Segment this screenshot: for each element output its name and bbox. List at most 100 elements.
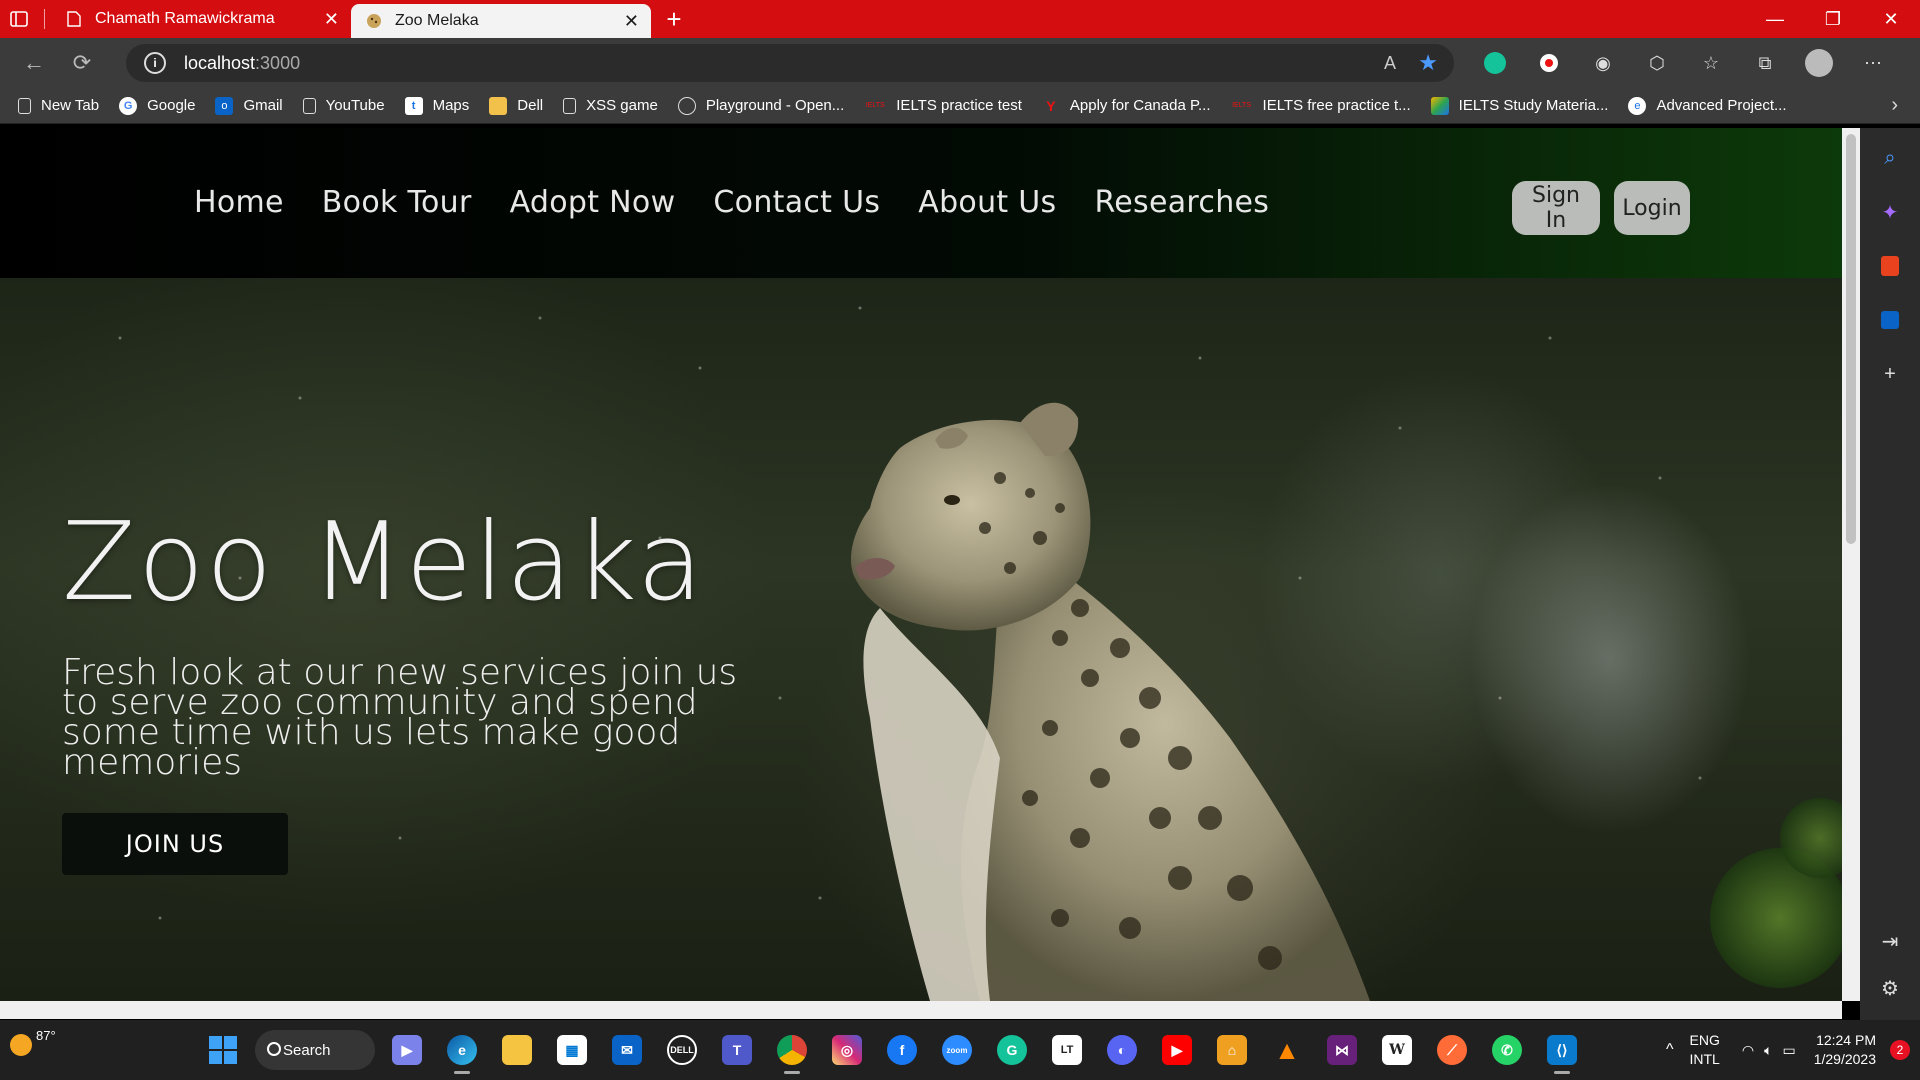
clock[interactable]: 12:24 PM 1/29/2023: [1814, 1031, 1876, 1069]
bookmark-advanced-project[interactable]: e Advanced Project...: [1628, 96, 1787, 115]
tab-chamath[interactable]: Chamath Ramawickrama ✕: [51, 0, 351, 38]
canada-icon: Y: [1046, 97, 1056, 114]
notification-badge[interactable]: 2: [1890, 1040, 1910, 1060]
read-aloud-icon[interactable]: A: [1384, 53, 1396, 74]
start-windows-icon[interactable]: [200, 1026, 246, 1074]
menu-book-tour[interactable]: Book Tour: [322, 185, 472, 220]
bookmark-ielts-practice[interactable]: IELTS IELTS practice test: [864, 97, 1022, 115]
menu-adopt-now[interactable]: Adopt Now: [510, 185, 676, 220]
bookmark-label: IELTS Study Materia...: [1458, 97, 1609, 114]
file-explorer-icon[interactable]: [494, 1026, 540, 1074]
menu-home[interactable]: Home: [194, 185, 284, 220]
minimize-icon[interactable]: —: [1746, 0, 1804, 38]
profile-avatar-icon[interactable]: [1792, 44, 1846, 82]
dell-icon[interactable]: DELL: [659, 1026, 705, 1074]
instagram-icon[interactable]: ◎: [824, 1026, 870, 1074]
languagetool-icon[interactable]: LT: [1044, 1026, 1090, 1074]
visual-studio-icon[interactable]: ⋈: [1319, 1026, 1365, 1074]
postman-icon[interactable]: ⟋: [1429, 1026, 1475, 1074]
new-tab-button[interactable]: +: [657, 2, 691, 36]
add-icon[interactable]: +: [1870, 354, 1910, 394]
favorite-star-icon[interactable]: ★: [1418, 50, 1438, 76]
teams-chat-icon[interactable]: ▶: [384, 1026, 430, 1074]
settings-gear-icon[interactable]: ⚙: [1870, 968, 1910, 1008]
edge-browser-icon[interactable]: e: [439, 1026, 485, 1074]
grammarly-icon[interactable]: [1468, 44, 1522, 82]
join-us-button[interactable]: JOIN US: [62, 813, 288, 875]
split-screen-icon[interactable]: ⇥: [1870, 921, 1910, 961]
close-icon[interactable]: ✕: [324, 9, 339, 30]
google-icon: G: [119, 96, 138, 115]
copilot-icon[interactable]: ✦: [1870, 192, 1910, 232]
bookmark-ielts-free[interactable]: IELTS IELTS free practice t...: [1231, 97, 1411, 115]
tracking-icon[interactable]: ◉: [1576, 44, 1630, 82]
zoom-icon[interactable]: zoom: [934, 1026, 980, 1074]
weather-temp: 87°: [36, 1028, 56, 1043]
bookmark-label: New Tab: [41, 97, 100, 114]
vertical-scrollbar[interactable]: [1842, 128, 1860, 1001]
bookmark-label: Google: [147, 97, 196, 114]
restore-icon[interactable]: ❐: [1804, 0, 1862, 38]
language-indicator[interactable]: ENG INTL: [1690, 1031, 1720, 1069]
address-bar[interactable]: i localhost:3000 A ★: [126, 44, 1454, 82]
bookmark-playground[interactable]: Playground - Open...: [677, 96, 844, 115]
bookmark-ielts-study[interactable]: IELTS Study Materia...: [1430, 96, 1609, 115]
wifi-icon[interactable]: ◠: [1742, 1042, 1754, 1059]
tab-zoo-melaka[interactable]: Zoo Melaka ✕: [351, 4, 651, 38]
collections-icon[interactable]: ⧉: [1738, 44, 1792, 82]
lang-layout: INTL: [1689, 1051, 1720, 1067]
record-icon[interactable]: [1522, 44, 1576, 82]
taskbar-apps: Search ▶ e ▦ ✉ DELL T ◎ f zoom G LT ◐ ▶ …: [200, 1026, 1594, 1074]
close-icon[interactable]: ✕: [624, 11, 639, 32]
discord-icon[interactable]: ◐: [1099, 1026, 1145, 1074]
scrollbar-thumb[interactable]: [1846, 134, 1856, 544]
chrome-icon[interactable]: [769, 1026, 815, 1074]
weather-widget[interactable]: 87°: [10, 1028, 56, 1056]
more-options-icon[interactable]: ⋯: [1846, 44, 1900, 82]
teams-icon[interactable]: T: [714, 1026, 760, 1074]
bookmark-new-tab[interactable]: New Tab: [18, 97, 99, 114]
vpn-icon[interactable]: ⌂: [1209, 1026, 1255, 1074]
chevron-up-icon[interactable]: ^: [1666, 1041, 1674, 1059]
window-controls: — ❐ ✕: [1746, 0, 1920, 38]
info-icon[interactable]: i: [144, 52, 166, 74]
grammarly-icon[interactable]: G: [989, 1026, 1035, 1074]
horizontal-scrollbar[interactable]: [0, 1001, 1842, 1019]
hero-section: Zoo Melaka Fresh look at our new service…: [0, 278, 1842, 1001]
sign-in-button[interactable]: Sign In: [1512, 181, 1600, 235]
close-window-icon[interactable]: ✕: [1862, 0, 1920, 38]
bookmark-dell[interactable]: Dell: [489, 96, 543, 115]
battery-icon[interactable]: ▭: [1782, 1042, 1795, 1059]
outlook-icon[interactable]: [1870, 300, 1910, 340]
extensions-icon[interactable]: ⬡: [1630, 44, 1684, 82]
refresh-icon[interactable]: ⟳: [58, 41, 106, 85]
bookmark-maps[interactable]: t Maps: [404, 96, 469, 115]
microsoft-store-icon[interactable]: ▦: [549, 1026, 595, 1074]
bookmark-gmail[interactable]: o Gmail: [215, 96, 283, 115]
vlc-icon[interactable]: ▲: [1264, 1026, 1310, 1074]
taskbar-search-button[interactable]: Search: [255, 1030, 375, 1070]
snow-leopard-image: [118, 306, 1842, 1001]
chevron-right-icon[interactable]: ›: [1891, 94, 1898, 117]
menu-about-us[interactable]: About Us: [918, 185, 1056, 220]
login-button[interactable]: Login: [1614, 181, 1690, 235]
search-icon[interactable]: ⌕: [1870, 138, 1910, 178]
vscode-icon[interactable]: ⟨⟩: [1539, 1026, 1585, 1074]
whatsapp-icon[interactable]: ✆: [1484, 1026, 1530, 1074]
back-icon[interactable]: ←: [10, 41, 58, 85]
leopard-favicon-icon: [365, 12, 383, 30]
youtube-icon[interactable]: ▶: [1154, 1026, 1200, 1074]
menu-contact-us[interactable]: Contact Us: [713, 185, 880, 220]
tab-actions-icon[interactable]: [0, 0, 38, 38]
favorites-icon[interactable]: ☆: [1684, 44, 1738, 82]
bookmark-google[interactable]: G Google: [119, 96, 196, 115]
bookmark-youtube[interactable]: YouTube: [302, 97, 385, 114]
facebook-icon[interactable]: f: [879, 1026, 925, 1074]
bookmark-canada[interactable]: Y Apply for Canada P...: [1042, 97, 1210, 115]
office-icon[interactable]: [1870, 246, 1910, 286]
menu-researches[interactable]: Researches: [1095, 185, 1270, 220]
wikipedia-icon[interactable]: W: [1374, 1026, 1420, 1074]
bookmark-xss-game[interactable]: XSS game: [563, 97, 658, 114]
volume-icon[interactable]: 🔈︎: [1764, 1042, 1772, 1059]
mail-icon[interactable]: ✉: [604, 1026, 650, 1074]
